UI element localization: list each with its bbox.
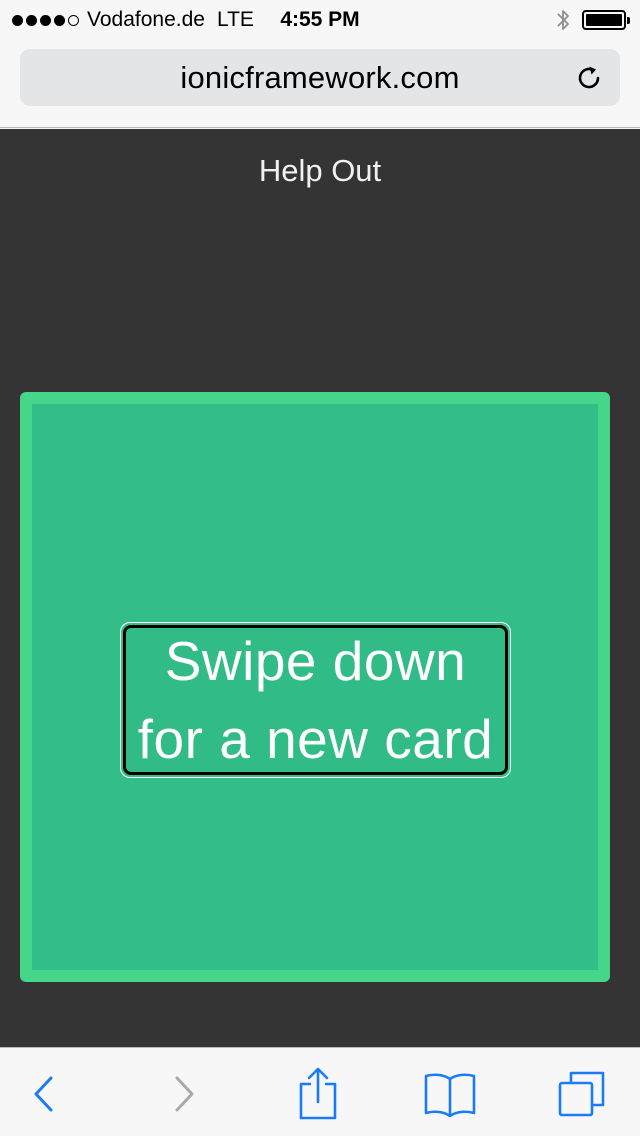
back-icon xyxy=(34,1076,53,1112)
card-label-line-2: for a new card xyxy=(137,708,494,770)
share-icon xyxy=(299,1067,337,1120)
address-bar[interactable]: ionicframework.com xyxy=(20,49,620,106)
bookmarks-icon xyxy=(424,1073,476,1117)
page-title: Help Out xyxy=(258,153,382,188)
carrier-name: Vodafone.de xyxy=(87,8,205,31)
browser-toolbar xyxy=(0,1047,640,1136)
bookmarks-button[interactable] xyxy=(420,1066,480,1122)
back-button[interactable] xyxy=(14,1066,74,1122)
card-label-line-1: Swipe down xyxy=(164,630,467,692)
forward-button[interactable] xyxy=(154,1066,214,1122)
tabs-button[interactable] xyxy=(552,1066,612,1122)
bluetooth-icon xyxy=(557,10,569,30)
url-text[interactable]: ionicframework.com xyxy=(20,60,620,96)
share-button[interactable] xyxy=(288,1066,348,1122)
reload-icon[interactable] xyxy=(574,63,604,93)
status-right xyxy=(556,8,630,32)
status-bar: Vodafone.de LTE 4:55 PM xyxy=(0,0,640,40)
tabs-icon xyxy=(558,1071,605,1117)
card-label: Swipe down for a new card xyxy=(120,622,511,778)
browser-chrome: ionicframework.com xyxy=(0,40,640,128)
battery-icon xyxy=(582,10,630,30)
network-type: LTE xyxy=(216,8,254,31)
status-left: Vodafone.de LTE xyxy=(12,8,264,32)
forward-icon xyxy=(175,1076,194,1112)
web-page: Help Out Swipe down for a new card xyxy=(0,129,640,1047)
signal-strength-icon xyxy=(12,14,79,26)
